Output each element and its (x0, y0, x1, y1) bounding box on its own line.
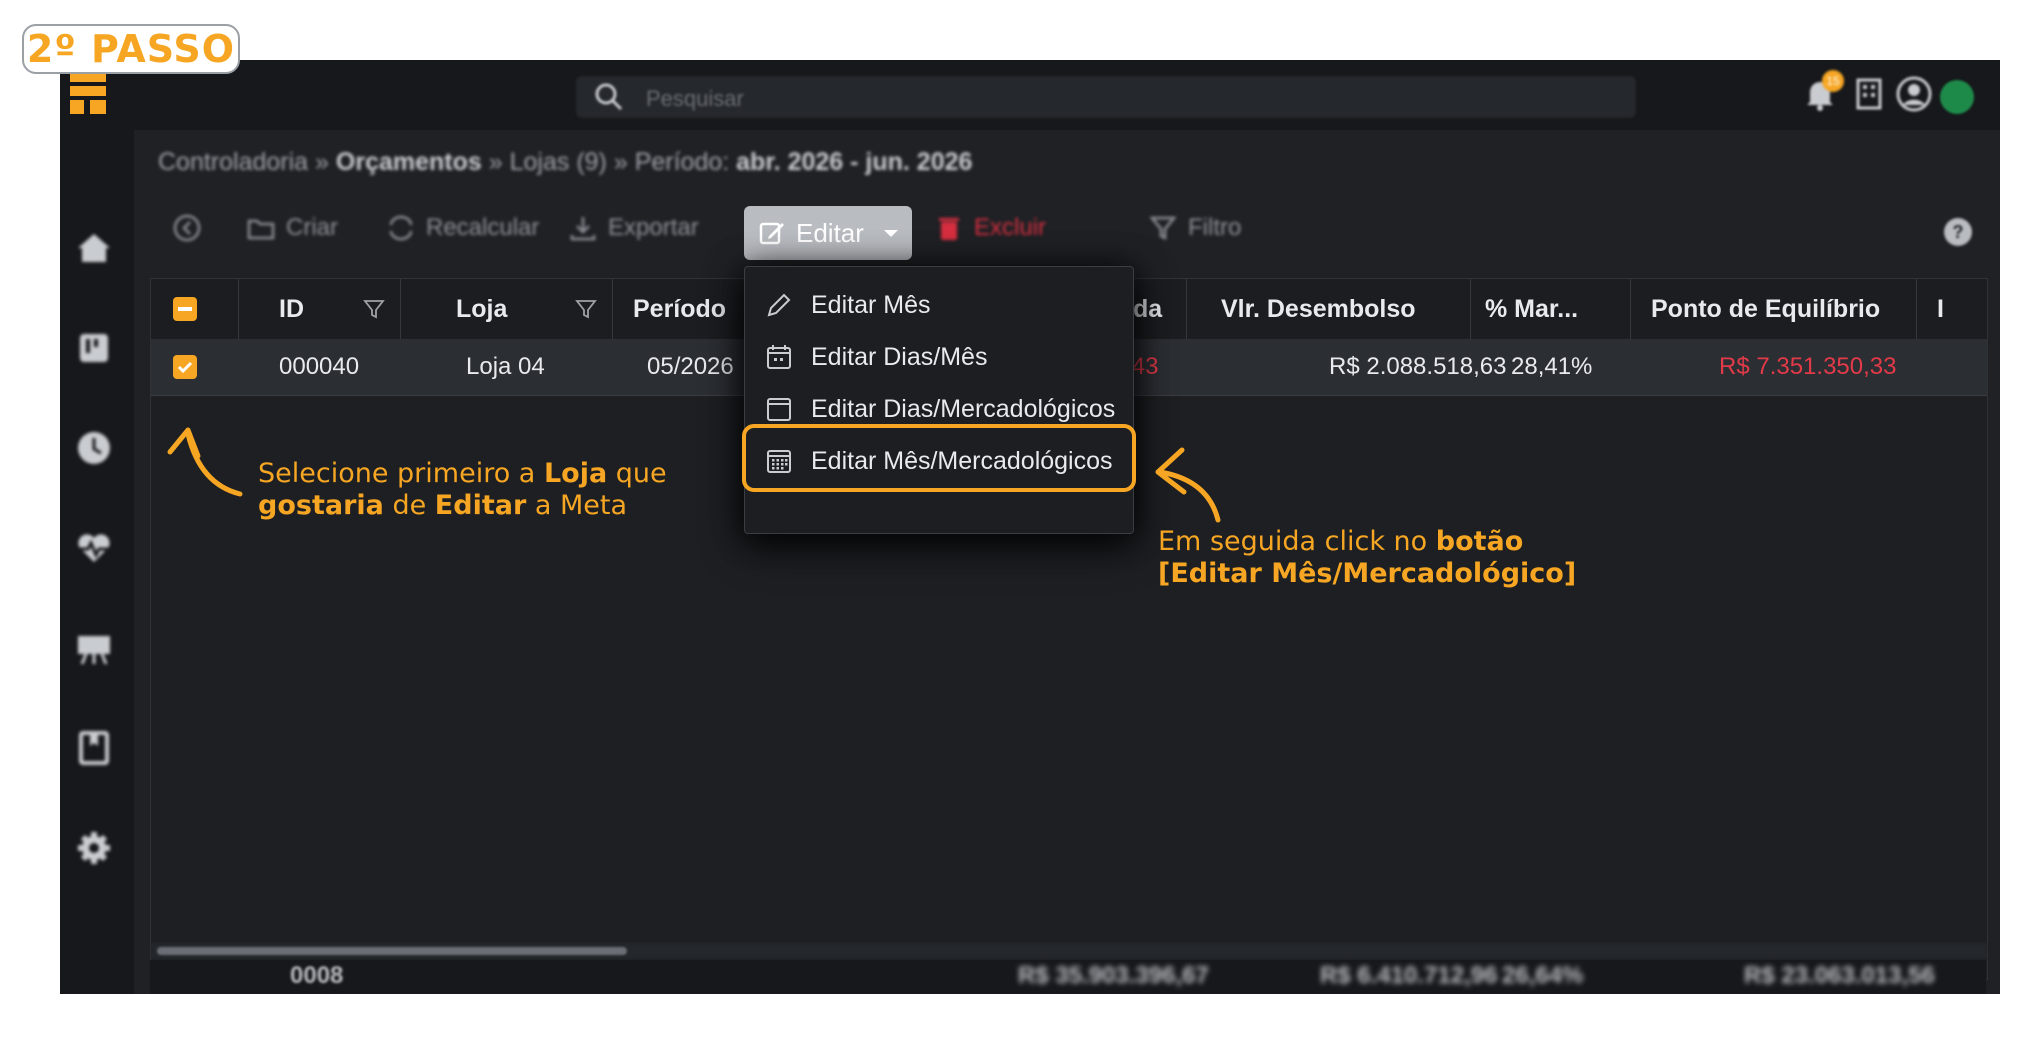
footer-total-venda: R$ 35.903.396,67 (1018, 962, 1209, 989)
back-icon (173, 214, 201, 242)
top-bar: Pesquisar 15 (134, 60, 2000, 130)
cell-id: 000040 (279, 353, 360, 380)
sidebar (60, 60, 134, 994)
filter-icon (1149, 216, 1177, 241)
select-all-checkbox[interactable] (173, 297, 197, 321)
grid-footer: 0008 R$ 35.903.396,67 R$ 6.410.712,96 26… (150, 960, 1986, 994)
back-button[interactable] (172, 200, 202, 256)
recalculate-button[interactable]: Recalcular (386, 200, 539, 256)
column-header-loja[interactable]: Loja (401, 279, 613, 339)
download-icon (570, 217, 596, 241)
create-button[interactable]: Criar (246, 200, 338, 256)
search-box[interactable]: Pesquisar (576, 76, 1636, 118)
status-dot[interactable] (1940, 80, 1974, 114)
menu-item-editar-mes[interactable]: Editar Mês (745, 279, 1133, 331)
search-icon (595, 83, 623, 111)
board-icon[interactable] (74, 328, 114, 368)
toolbar: Criar Recalcular Exportar Excluir Filtro (158, 200, 1980, 256)
menu-item-editar-mes-mercadologicos[interactable]: Editar Mês/Mercadológicos (745, 435, 1133, 487)
column-header-desembolso[interactable]: Vlr. Desembolso (1187, 279, 1471, 339)
search-placeholder: Pesquisar (646, 86, 744, 111)
footer-total-desembolso: R$ 6.410.712,96 (1320, 962, 1498, 989)
trash-icon (939, 218, 959, 240)
column-filter-icon[interactable] (362, 297, 386, 321)
calendar-icon (767, 345, 791, 369)
gear-icon[interactable] (74, 828, 114, 868)
window-icon (767, 398, 791, 421)
export-button[interactable]: Exportar (568, 200, 699, 256)
step-badge: 2º PASSO (22, 24, 240, 74)
footer-total-equilibrio: R$ 23.063.013,56 (1744, 962, 1935, 989)
refresh-icon (389, 215, 413, 241)
select-all-column[interactable] (151, 279, 239, 339)
app-window: Pesquisar 15 Controladoria » Orçamentos … (60, 60, 2000, 994)
building-icon[interactable] (1850, 74, 1890, 114)
notification-badge: 15 (1822, 70, 1844, 92)
calendar-grid-icon (767, 450, 791, 473)
cell-desembolso: R$ 2.088.518,63 (1329, 353, 1507, 380)
arrow-annotation-icon (167, 427, 243, 497)
column-header-next[interactable]: I (1917, 279, 1987, 339)
menu-item-editar-dias-mes[interactable]: Editar Dias/Mês (745, 331, 1133, 383)
book-icon[interactable] (74, 728, 114, 768)
column-filter-icon[interactable] (574, 297, 598, 321)
folder-plus-icon (247, 219, 275, 240)
edit-button[interactable]: Editar (744, 206, 912, 260)
bell-icon[interactable]: 15 (1800, 70, 1844, 114)
row-checkbox[interactable] (173, 355, 197, 379)
cell-margem: 28,41% (1511, 353, 1593, 380)
pencil-icon (767, 293, 791, 317)
heart-pulse-icon[interactable] (74, 528, 114, 568)
annotation-left: Selecione primeiro a Loja que gostaria d… (258, 458, 667, 521)
breadcrumb: Controladoria » Orçamentos » Lojas (9) »… (158, 148, 973, 176)
footer-count: 0008 (290, 962, 344, 989)
horizontal-scrollbar[interactable] (157, 947, 627, 955)
column-header-id[interactable]: ID (239, 279, 401, 339)
column-header-margem[interactable]: % Mar... (1471, 279, 1631, 339)
logo-icon[interactable] (70, 74, 106, 114)
arrow-annotation-icon (1155, 447, 1221, 523)
delete-button[interactable]: Excluir (934, 200, 1046, 256)
column-header-equilibrio[interactable]: Ponto de Equilíbrio (1631, 279, 1917, 339)
filter-button[interactable]: Filtro (1148, 200, 1241, 256)
user-circle-icon[interactable] (1894, 74, 1934, 114)
annotation-right: Em seguida click no botão [Editar Mês/Me… (1158, 526, 1577, 589)
edit-dropdown-menu: Editar Mês Editar Dias/Mês Editar Dias/M… (744, 266, 1134, 534)
presentation-icon[interactable] (74, 628, 114, 668)
caret-down-icon (883, 230, 898, 237)
footer-total-margem: 26,64% (1502, 962, 1584, 989)
help-icon[interactable]: ? (1944, 218, 1972, 246)
edit-square-icon (759, 222, 784, 245)
cell-equilibrio: R$ 7.351.350,33 (1719, 353, 1897, 380)
cell-periodo: 05/2026 (647, 353, 734, 380)
home-icon[interactable] (74, 228, 114, 268)
clock-icon[interactable] (74, 428, 114, 468)
menu-item-editar-dias-mercadologicos[interactable]: Editar Dias/Mercadológicos (745, 383, 1133, 435)
cell-loja: Loja 04 (466, 353, 545, 380)
